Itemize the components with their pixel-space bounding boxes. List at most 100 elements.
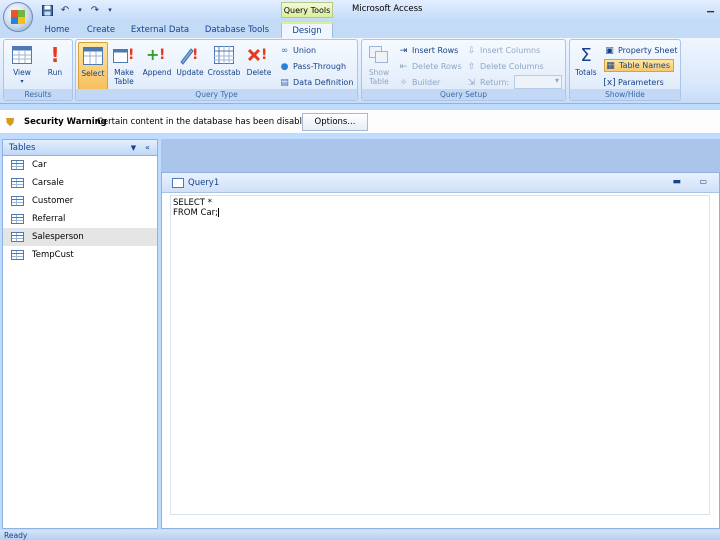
table-names-icon: ▦ bbox=[606, 60, 615, 71]
svg-text:!: ! bbox=[192, 47, 198, 63]
view-button[interactable]: View ▾ bbox=[7, 42, 37, 90]
ribbon-tabs: Home Create External Data Database Tools… bbox=[0, 20, 720, 38]
tab-design[interactable]: Design bbox=[281, 22, 333, 38]
update-icon: ! bbox=[179, 44, 201, 66]
options-button[interactable]: Options... bbox=[302, 113, 368, 131]
chevron-down-icon[interactable]: ▼ bbox=[128, 142, 139, 153]
group-results: View ▾ ! Run Results bbox=[3, 39, 73, 101]
redo-icon[interactable]: ↷ bbox=[88, 3, 102, 17]
customize-qat-icon[interactable]: ▾ bbox=[106, 3, 114, 17]
nav-item-referral[interactable]: Referral bbox=[3, 210, 157, 228]
append-button[interactable]: +! Append bbox=[142, 42, 172, 90]
show-table-button[interactable]: Show Table bbox=[364, 42, 394, 90]
minimize-icon[interactable]: ▁ bbox=[707, 3, 714, 13]
tab-create[interactable]: Create bbox=[84, 22, 118, 38]
nav-item-label: Car bbox=[32, 160, 47, 170]
nav-item-tempcust[interactable]: TempCust bbox=[3, 246, 157, 264]
delete-button[interactable]: ! Delete bbox=[244, 42, 274, 90]
collapse-pane-icon[interactable]: « bbox=[142, 142, 153, 153]
status-bar: Ready bbox=[0, 530, 720, 540]
delete-rows-icon: ⇤ bbox=[399, 61, 408, 72]
ribbon: View ▾ ! Run Results Select ! Make Table… bbox=[0, 38, 720, 104]
data-definition-button[interactable]: ▤ Data Definition bbox=[279, 76, 353, 89]
context-tab-title: Query Tools bbox=[281, 2, 333, 18]
view-dropdown-icon: ▾ bbox=[20, 78, 24, 85]
builder-label: Builder bbox=[412, 78, 441, 87]
globe-icon: ● bbox=[280, 61, 289, 72]
nav-item-label: Carsale bbox=[32, 178, 64, 188]
minimize-icon[interactable]: ▬ bbox=[672, 177, 681, 187]
sql-editor[interactable]: SELECT * FROM Car; bbox=[170, 195, 710, 515]
totals-label: Totals bbox=[575, 68, 597, 77]
nav-item-label: Referral bbox=[32, 214, 66, 224]
sql-line: SELECT * bbox=[173, 198, 212, 208]
insert-columns-label: Insert Columns bbox=[480, 46, 541, 55]
nav-item-salesperson[interactable]: Salesperson bbox=[3, 228, 157, 246]
svg-text:!: ! bbox=[261, 47, 267, 63]
return-select[interactable]: ▾ bbox=[514, 75, 562, 89]
delete-rows-label: Delete Rows bbox=[412, 62, 462, 71]
navigation-pane: Tables ▼ « Car Carsale Customer Referral… bbox=[2, 139, 158, 529]
undo-icon[interactable]: ↶ bbox=[58, 3, 72, 17]
totals-button[interactable]: Σ Totals bbox=[571, 42, 601, 90]
update-label: Update bbox=[176, 68, 204, 77]
insert-rows-icon: ⇥ bbox=[399, 45, 408, 56]
nav-item-customer[interactable]: Customer bbox=[3, 192, 157, 210]
select-query-icon bbox=[82, 45, 104, 67]
nav-header[interactable]: Tables ▼ « bbox=[3, 140, 157, 156]
union-button[interactable]: ∞ Union bbox=[279, 44, 316, 57]
nav-item-label: TempCust bbox=[32, 250, 74, 260]
crosstab-button[interactable]: Crosstab bbox=[207, 42, 241, 90]
show-table-label: Show Table bbox=[368, 68, 390, 86]
svg-text:!: ! bbox=[128, 47, 134, 63]
group-query-setup: Show Table ⇥ Insert Rows ⇤ Delete Rows ✧… bbox=[361, 39, 566, 101]
save-icon[interactable] bbox=[40, 3, 54, 17]
nav-item-carsale[interactable]: Carsale bbox=[3, 174, 157, 192]
return-label: Return: bbox=[480, 78, 510, 87]
text-caret bbox=[218, 208, 220, 217]
group-show-hide: Σ Totals ▣ Property Sheet ▦ Table Names … bbox=[569, 39, 681, 101]
parameters-label: Parameters bbox=[618, 78, 664, 87]
parameters-button[interactable]: [x] Parameters bbox=[603, 76, 664, 89]
app-title: Microsoft Access bbox=[352, 4, 423, 14]
run-icon: ! bbox=[50, 43, 60, 67]
delete-rows-button[interactable]: ⇤ Delete Rows bbox=[398, 60, 462, 73]
query-tab[interactable]: Query1 ▬ ▭ bbox=[162, 173, 719, 193]
table-names-button[interactable]: ▦ Table Names bbox=[604, 59, 674, 72]
maximize-icon[interactable]: ▭ bbox=[699, 177, 707, 186]
nav-item-car[interactable]: Car bbox=[3, 156, 157, 174]
return-dropdown-icon: ▾ bbox=[554, 76, 559, 85]
tab-external-data[interactable]: External Data bbox=[128, 22, 192, 38]
office-button[interactable] bbox=[3, 2, 33, 32]
insert-columns-button[interactable]: ⇩ Insert Columns bbox=[466, 44, 541, 57]
select-label: Select bbox=[81, 69, 105, 78]
view-icon bbox=[11, 44, 33, 66]
undo-dropdown-icon[interactable]: ▾ bbox=[76, 3, 84, 17]
table-icon bbox=[11, 250, 24, 260]
table-icon bbox=[11, 178, 24, 188]
crosstab-label: Crosstab bbox=[207, 68, 241, 77]
security-warning-message: Certain content in the database has been… bbox=[97, 117, 313, 127]
make-table-label: Make Table bbox=[114, 68, 134, 86]
tab-home[interactable]: Home bbox=[40, 22, 74, 38]
delete-query-icon: ! bbox=[248, 44, 270, 66]
office-logo-icon bbox=[11, 10, 25, 24]
make-table-button[interactable]: ! Make Table bbox=[109, 42, 139, 90]
property-sheet-button[interactable]: ▣ Property Sheet bbox=[604, 44, 677, 57]
pass-through-button[interactable]: ● Pass-Through bbox=[279, 60, 346, 73]
group-show-hide-label: Show/Hide bbox=[570, 89, 680, 100]
insert-rows-label: Insert Rows bbox=[412, 46, 459, 55]
delete-columns-button[interactable]: ⇧ Delete Columns bbox=[466, 60, 544, 73]
crosstab-icon bbox=[213, 44, 235, 66]
table-icon bbox=[11, 214, 24, 224]
pass-through-label: Pass-Through bbox=[293, 62, 347, 71]
svg-text:+: + bbox=[146, 45, 159, 64]
update-button[interactable]: ! Update bbox=[175, 42, 205, 90]
builder-button[interactable]: ✧ Builder bbox=[398, 76, 441, 89]
insert-rows-button[interactable]: ⇥ Insert Rows bbox=[398, 44, 459, 57]
append-label: Append bbox=[142, 68, 172, 77]
run-button[interactable]: ! Run bbox=[40, 42, 70, 90]
run-label: Run bbox=[47, 68, 63, 77]
tab-database-tools[interactable]: Database Tools bbox=[202, 22, 272, 38]
select-button[interactable]: Select bbox=[78, 42, 108, 90]
